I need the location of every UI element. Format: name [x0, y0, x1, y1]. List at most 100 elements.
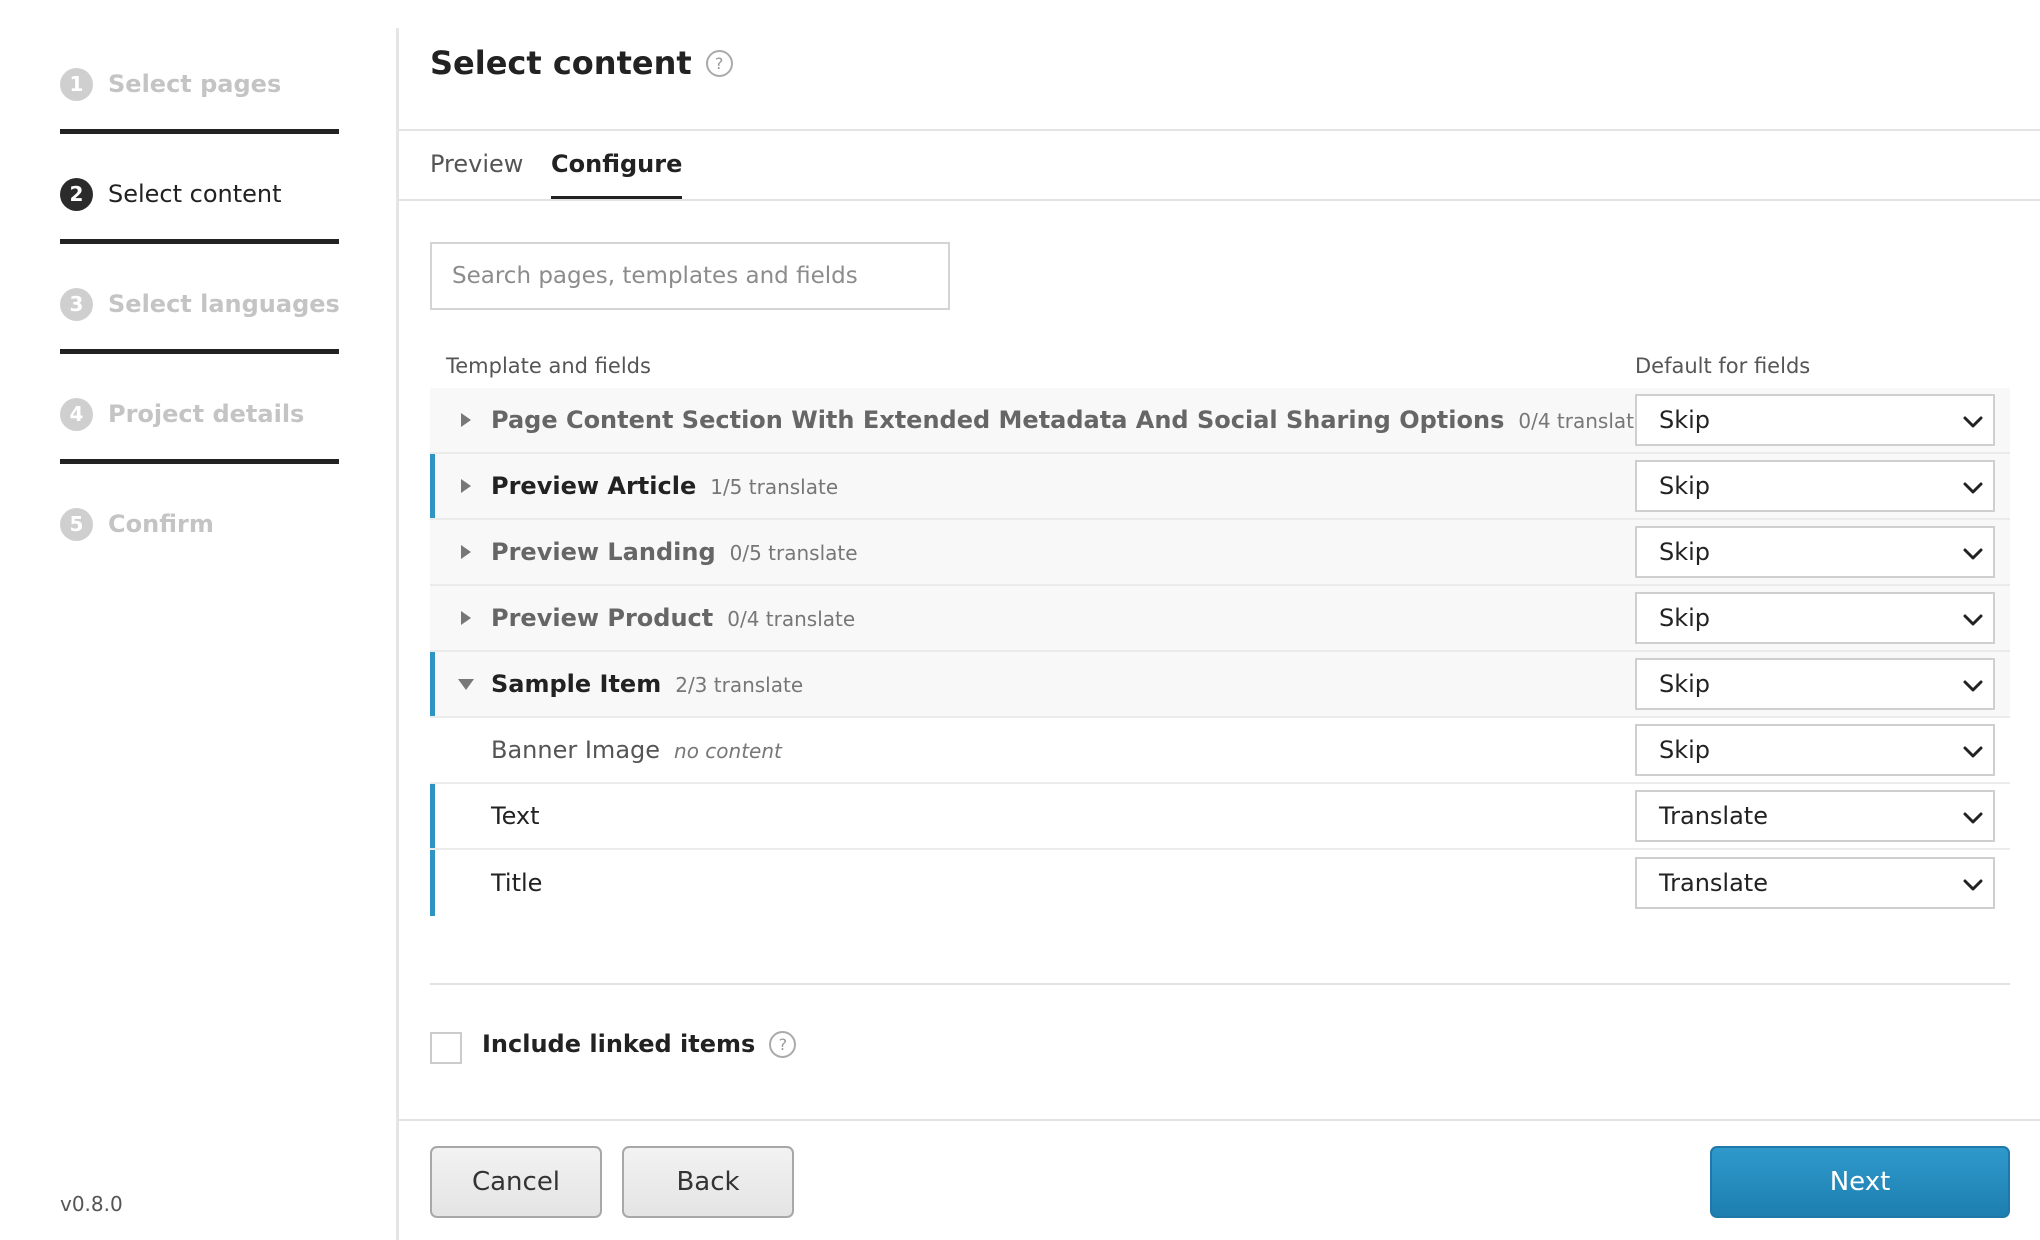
- row-meta: 2/3 translate: [675, 673, 804, 697]
- version-label: v0.8.0: [60, 1192, 123, 1216]
- divider: [430, 983, 2010, 985]
- chevron-down-icon: [1963, 548, 1983, 560]
- row-meta: 0/4 translate: [727, 607, 856, 631]
- tab-preview[interactable]: Preview: [430, 150, 523, 200]
- row-name: Preview Landing 0/5 translate: [491, 538, 858, 566]
- include-linked-items-checkbox[interactable]: [430, 1032, 462, 1064]
- template-row[interactable]: Preview Article 1/5 translate Skip: [430, 454, 2010, 520]
- row-name-text: Title: [491, 869, 543, 897]
- step-label: Confirm: [108, 510, 214, 538]
- select-value: Skip: [1659, 472, 1711, 500]
- step-separator: [60, 239, 339, 244]
- row-marker: [430, 454, 435, 518]
- row-name-text: Preview Product: [491, 604, 714, 632]
- row-name: Banner Image no content: [491, 736, 782, 764]
- expand-icon[interactable]: [456, 410, 476, 430]
- row-name: Page Content Section With Extended Metad…: [491, 406, 1646, 434]
- row-name: Title: [491, 869, 542, 897]
- step-number: 5: [60, 507, 93, 541]
- column-header-default: Default for fields: [1635, 354, 1811, 378]
- row-name-text: Page Content Section With Extended Metad…: [491, 406, 1505, 434]
- field-row[interactable]: Text Translate: [430, 784, 2010, 850]
- step-select-content[interactable]: 2 Select content: [60, 169, 282, 219]
- help-icon[interactable]: ?: [769, 1030, 797, 1058]
- select-value: Skip: [1659, 406, 1711, 434]
- step-select-languages[interactable]: 3 Select languages: [60, 279, 340, 329]
- step-separator: [60, 459, 339, 464]
- row-name-text: Sample Item: [491, 670, 662, 698]
- default-select[interactable]: Translate: [1635, 857, 1995, 909]
- template-row[interactable]: Sample Item 2/3 translate Skip: [430, 652, 2010, 718]
- select-value: Translate: [1659, 802, 1768, 830]
- chevron-down-icon: [1963, 879, 1983, 891]
- field-row[interactable]: Banner Image no content Skip: [430, 718, 2010, 784]
- row-name: Preview Product 0/4 translate: [491, 604, 855, 632]
- step-number: 2: [60, 177, 93, 211]
- step-number: 4: [60, 397, 93, 431]
- default-select[interactable]: Skip: [1635, 592, 1995, 644]
- row-name-text: Banner Image: [491, 736, 661, 764]
- template-row[interactable]: Preview Landing 0/5 translate Skip: [430, 520, 2010, 586]
- row-marker: [430, 850, 435, 916]
- expand-icon[interactable]: [456, 608, 476, 628]
- step-confirm[interactable]: 5 Confirm: [60, 499, 214, 549]
- row-marker: [430, 520, 435, 584]
- default-select[interactable]: Skip: [1635, 526, 1995, 578]
- step-number: 1: [60, 67, 93, 101]
- step-select-pages[interactable]: 1 Select pages: [60, 59, 281, 109]
- row-marker: [430, 586, 435, 650]
- select-value: Skip: [1659, 604, 1711, 632]
- include-linked-items-label: Include linked items ?: [482, 1030, 797, 1058]
- step-label: Project details: [108, 400, 305, 428]
- chevron-down-icon: [1963, 614, 1983, 626]
- chevron-down-icon: [1963, 416, 1983, 428]
- step-separator: [60, 129, 339, 134]
- help-icon[interactable]: ?: [705, 49, 733, 77]
- row-meta: 0/5 translate: [729, 541, 858, 565]
- default-select[interactable]: Skip: [1635, 658, 1995, 710]
- default-select[interactable]: Skip: [1635, 460, 1995, 512]
- chevron-down-icon: [1963, 746, 1983, 758]
- chevron-down-icon: [1963, 482, 1983, 494]
- next-button[interactable]: Next: [1710, 1146, 2010, 1218]
- tab-configure[interactable]: Configure: [551, 150, 683, 200]
- row-marker: [430, 718, 435, 782]
- back-button[interactable]: Back: [622, 1146, 794, 1218]
- step-separator: [60, 349, 339, 354]
- row-name-text: Text: [491, 802, 540, 830]
- select-value: Translate: [1659, 869, 1768, 897]
- select-value: Skip: [1659, 736, 1711, 764]
- expand-icon[interactable]: [456, 542, 476, 562]
- expand-icon[interactable]: [456, 476, 476, 496]
- row-name: Text: [491, 802, 540, 830]
- row-marker: [430, 652, 435, 716]
- step-project-details[interactable]: 4 Project details: [60, 389, 304, 439]
- template-fields-table: Page Content Section With Extended Metad…: [430, 388, 2010, 916]
- step-label: Select content: [108, 180, 282, 208]
- search-input[interactable]: [430, 242, 950, 310]
- row-name: Sample Item 2/3 translate: [491, 670, 803, 698]
- divider: [399, 129, 2040, 131]
- row-name-text: Preview Landing: [491, 538, 716, 566]
- column-header-template-fields: Template and fields: [446, 354, 651, 378]
- wizard-sidebar: 1 Select pages 2 Select content 3 Select…: [0, 0, 396, 1240]
- cancel-button[interactable]: Cancel: [430, 1146, 602, 1218]
- row-meta: no content: [674, 739, 782, 763]
- template-row[interactable]: Page Content Section With Extended Metad…: [430, 388, 2010, 454]
- page-title: Select content ?: [430, 44, 733, 82]
- template-row[interactable]: Preview Product 0/4 translate Skip: [430, 586, 2010, 652]
- select-value: Skip: [1659, 670, 1711, 698]
- select-value: Skip: [1659, 538, 1711, 566]
- default-select[interactable]: Skip: [1635, 394, 1995, 446]
- chevron-down-icon: [1963, 680, 1983, 692]
- collapse-icon[interactable]: [456, 674, 476, 694]
- main-panel: Select content ? Preview Configure Templ…: [399, 0, 2040, 1240]
- default-select[interactable]: Translate: [1635, 790, 1995, 842]
- default-select[interactable]: Skip: [1635, 724, 1995, 776]
- row-marker: [430, 388, 435, 452]
- field-row[interactable]: Title Translate: [430, 850, 2010, 916]
- step-label: Select languages: [108, 290, 340, 318]
- step-number: 3: [60, 287, 93, 321]
- row-name: Preview Article 1/5 translate: [491, 472, 838, 500]
- row-meta: 1/5 translate: [710, 475, 839, 499]
